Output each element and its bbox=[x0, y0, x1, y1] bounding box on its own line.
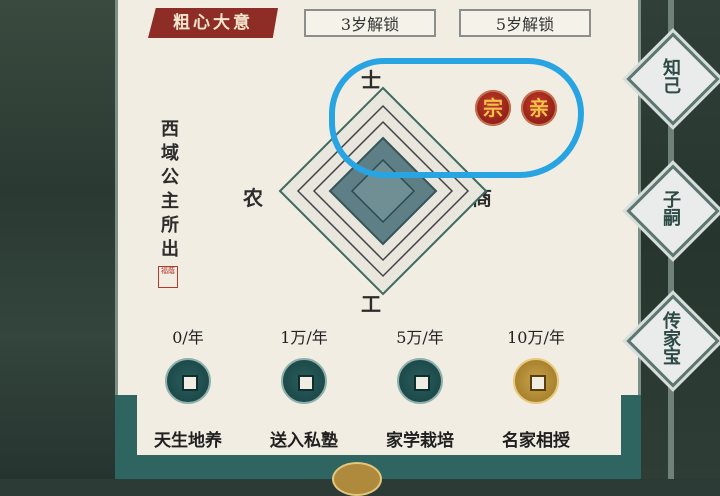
option-price: 0/年 bbox=[172, 328, 204, 347]
option-price: 1万/年 bbox=[280, 328, 328, 347]
education-option-1[interactable]: 0/年 天生地养 bbox=[128, 326, 248, 451]
tab-confidant[interactable]: 知己 bbox=[626, 32, 720, 126]
highlight-circle-annotation bbox=[329, 58, 584, 178]
tab-heirloom[interactable]: 传家宝 bbox=[626, 294, 720, 388]
tab-label: 子嗣 bbox=[660, 190, 681, 226]
option-price: 5万/年 bbox=[396, 328, 444, 347]
education-option-4[interactable]: 10万/年 名家相授 bbox=[476, 326, 596, 451]
education-option-3[interactable]: 5万/年 家学栽培 bbox=[360, 326, 480, 451]
tab-label: 知己 bbox=[660, 58, 681, 94]
option-name: 家学栽培 bbox=[386, 431, 454, 451]
coin-icon bbox=[281, 358, 327, 404]
small-seal-icon: 福蔭 bbox=[158, 266, 178, 288]
option-name: 送入私塾 bbox=[270, 431, 338, 451]
lock-slot-3[interactable]: 3岁解锁 bbox=[304, 9, 436, 37]
gold-coin-icon bbox=[513, 358, 559, 404]
background-left bbox=[0, 0, 115, 479]
option-name: 名家相授 bbox=[502, 431, 570, 451]
option-price: 10万/年 bbox=[507, 328, 565, 347]
tab-label: 传家宝 bbox=[660, 311, 681, 365]
coin-icon bbox=[165, 358, 211, 404]
axis-label-left: 农 bbox=[243, 186, 263, 210]
option-name: 天生地养 bbox=[154, 431, 222, 451]
trait-tag: 粗心大意 bbox=[148, 8, 278, 38]
origin-text: 西域公主所出 bbox=[161, 119, 179, 260]
education-option-2[interactable]: 1万/年 送入私塾 bbox=[244, 326, 364, 451]
lock-slot-5[interactable]: 5岁解锁 bbox=[459, 9, 591, 37]
tab-descendants[interactable]: 子嗣 bbox=[626, 164, 720, 258]
coin-icon bbox=[397, 358, 443, 404]
bottom-gold-ornament[interactable] bbox=[332, 462, 382, 496]
